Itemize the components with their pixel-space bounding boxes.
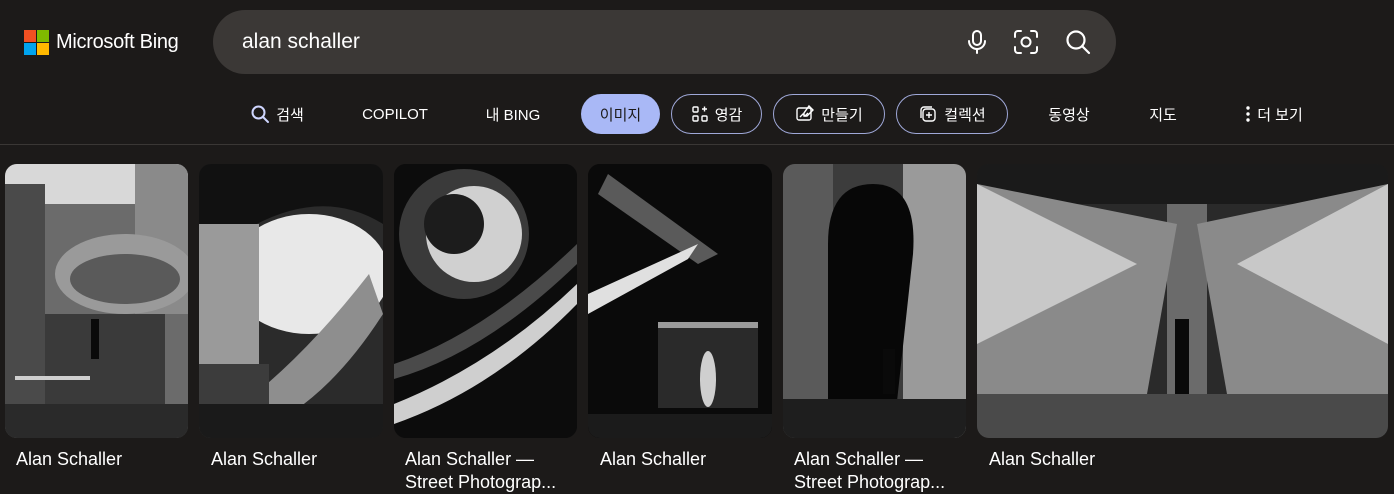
tab-images[interactable]: 이미지: [581, 94, 660, 134]
result-title-6[interactable]: Alan Schaller: [989, 448, 1159, 471]
image-result-3[interactable]: [394, 164, 577, 438]
vertical-nav: 검색 COPILOT 내 BING 이미지 영감 만들기 컬렉션 동영상 지도: [0, 94, 1394, 134]
search-input[interactable]: alan schaller: [242, 30, 360, 54]
microphone-icon[interactable]: [962, 27, 992, 57]
logo-text: Microsoft Bing: [56, 30, 179, 53]
bing-logo[interactable]: Microsoft Bing: [24, 29, 179, 55]
result-thumbnail: [394, 164, 577, 438]
image-result-5[interactable]: [783, 164, 966, 438]
tab-videos[interactable]: 동영상: [1036, 94, 1102, 134]
more-vertical-icon: [1246, 106, 1250, 122]
result-thumbnail: [199, 164, 383, 438]
image-result-6[interactable]: [977, 164, 1388, 438]
search-box[interactable]: alan schaller: [213, 10, 1116, 74]
create-icon: [796, 104, 815, 121]
image-result-4[interactable]: [588, 164, 772, 438]
visual-search-icon[interactable]: [1011, 27, 1041, 57]
image-result-2[interactable]: [199, 164, 383, 438]
search-icon[interactable]: [1063, 27, 1093, 57]
tab-maps[interactable]: 지도: [1138, 94, 1188, 134]
tab-collections[interactable]: 컬렉션: [896, 94, 1008, 134]
result-title-1[interactable]: Alan Schaller: [16, 448, 186, 471]
result-title-3[interactable]: Alan Schaller — Street Photograp...: [405, 448, 575, 494]
collection-icon: [920, 106, 936, 122]
image-result-1[interactable]: [5, 164, 188, 438]
inspiration-icon: [691, 106, 708, 122]
tab-inspiration[interactable]: 영감: [671, 94, 762, 134]
result-thumbnail: [588, 164, 772, 438]
result-thumbnail: [783, 164, 966, 438]
tab-create[interactable]: 만들기: [773, 94, 885, 134]
search-icon: [251, 105, 270, 123]
microsoft-logo-icon: [24, 29, 49, 55]
result-thumbnail: [5, 164, 188, 438]
result-thumbnail: [977, 164, 1388, 438]
header-divider: [0, 144, 1394, 145]
result-title-4[interactable]: Alan Schaller: [600, 448, 770, 471]
result-title-5[interactable]: Alan Schaller — Street Photograp...: [794, 448, 964, 494]
tab-copilot[interactable]: COPILOT: [352, 94, 438, 134]
tab-my-bing[interactable]: 내 BING: [474, 94, 552, 134]
result-title-2[interactable]: Alan Schaller: [211, 448, 381, 471]
tab-search[interactable]: 검색: [240, 94, 314, 134]
tab-more[interactable]: 더 보기: [1232, 94, 1316, 134]
